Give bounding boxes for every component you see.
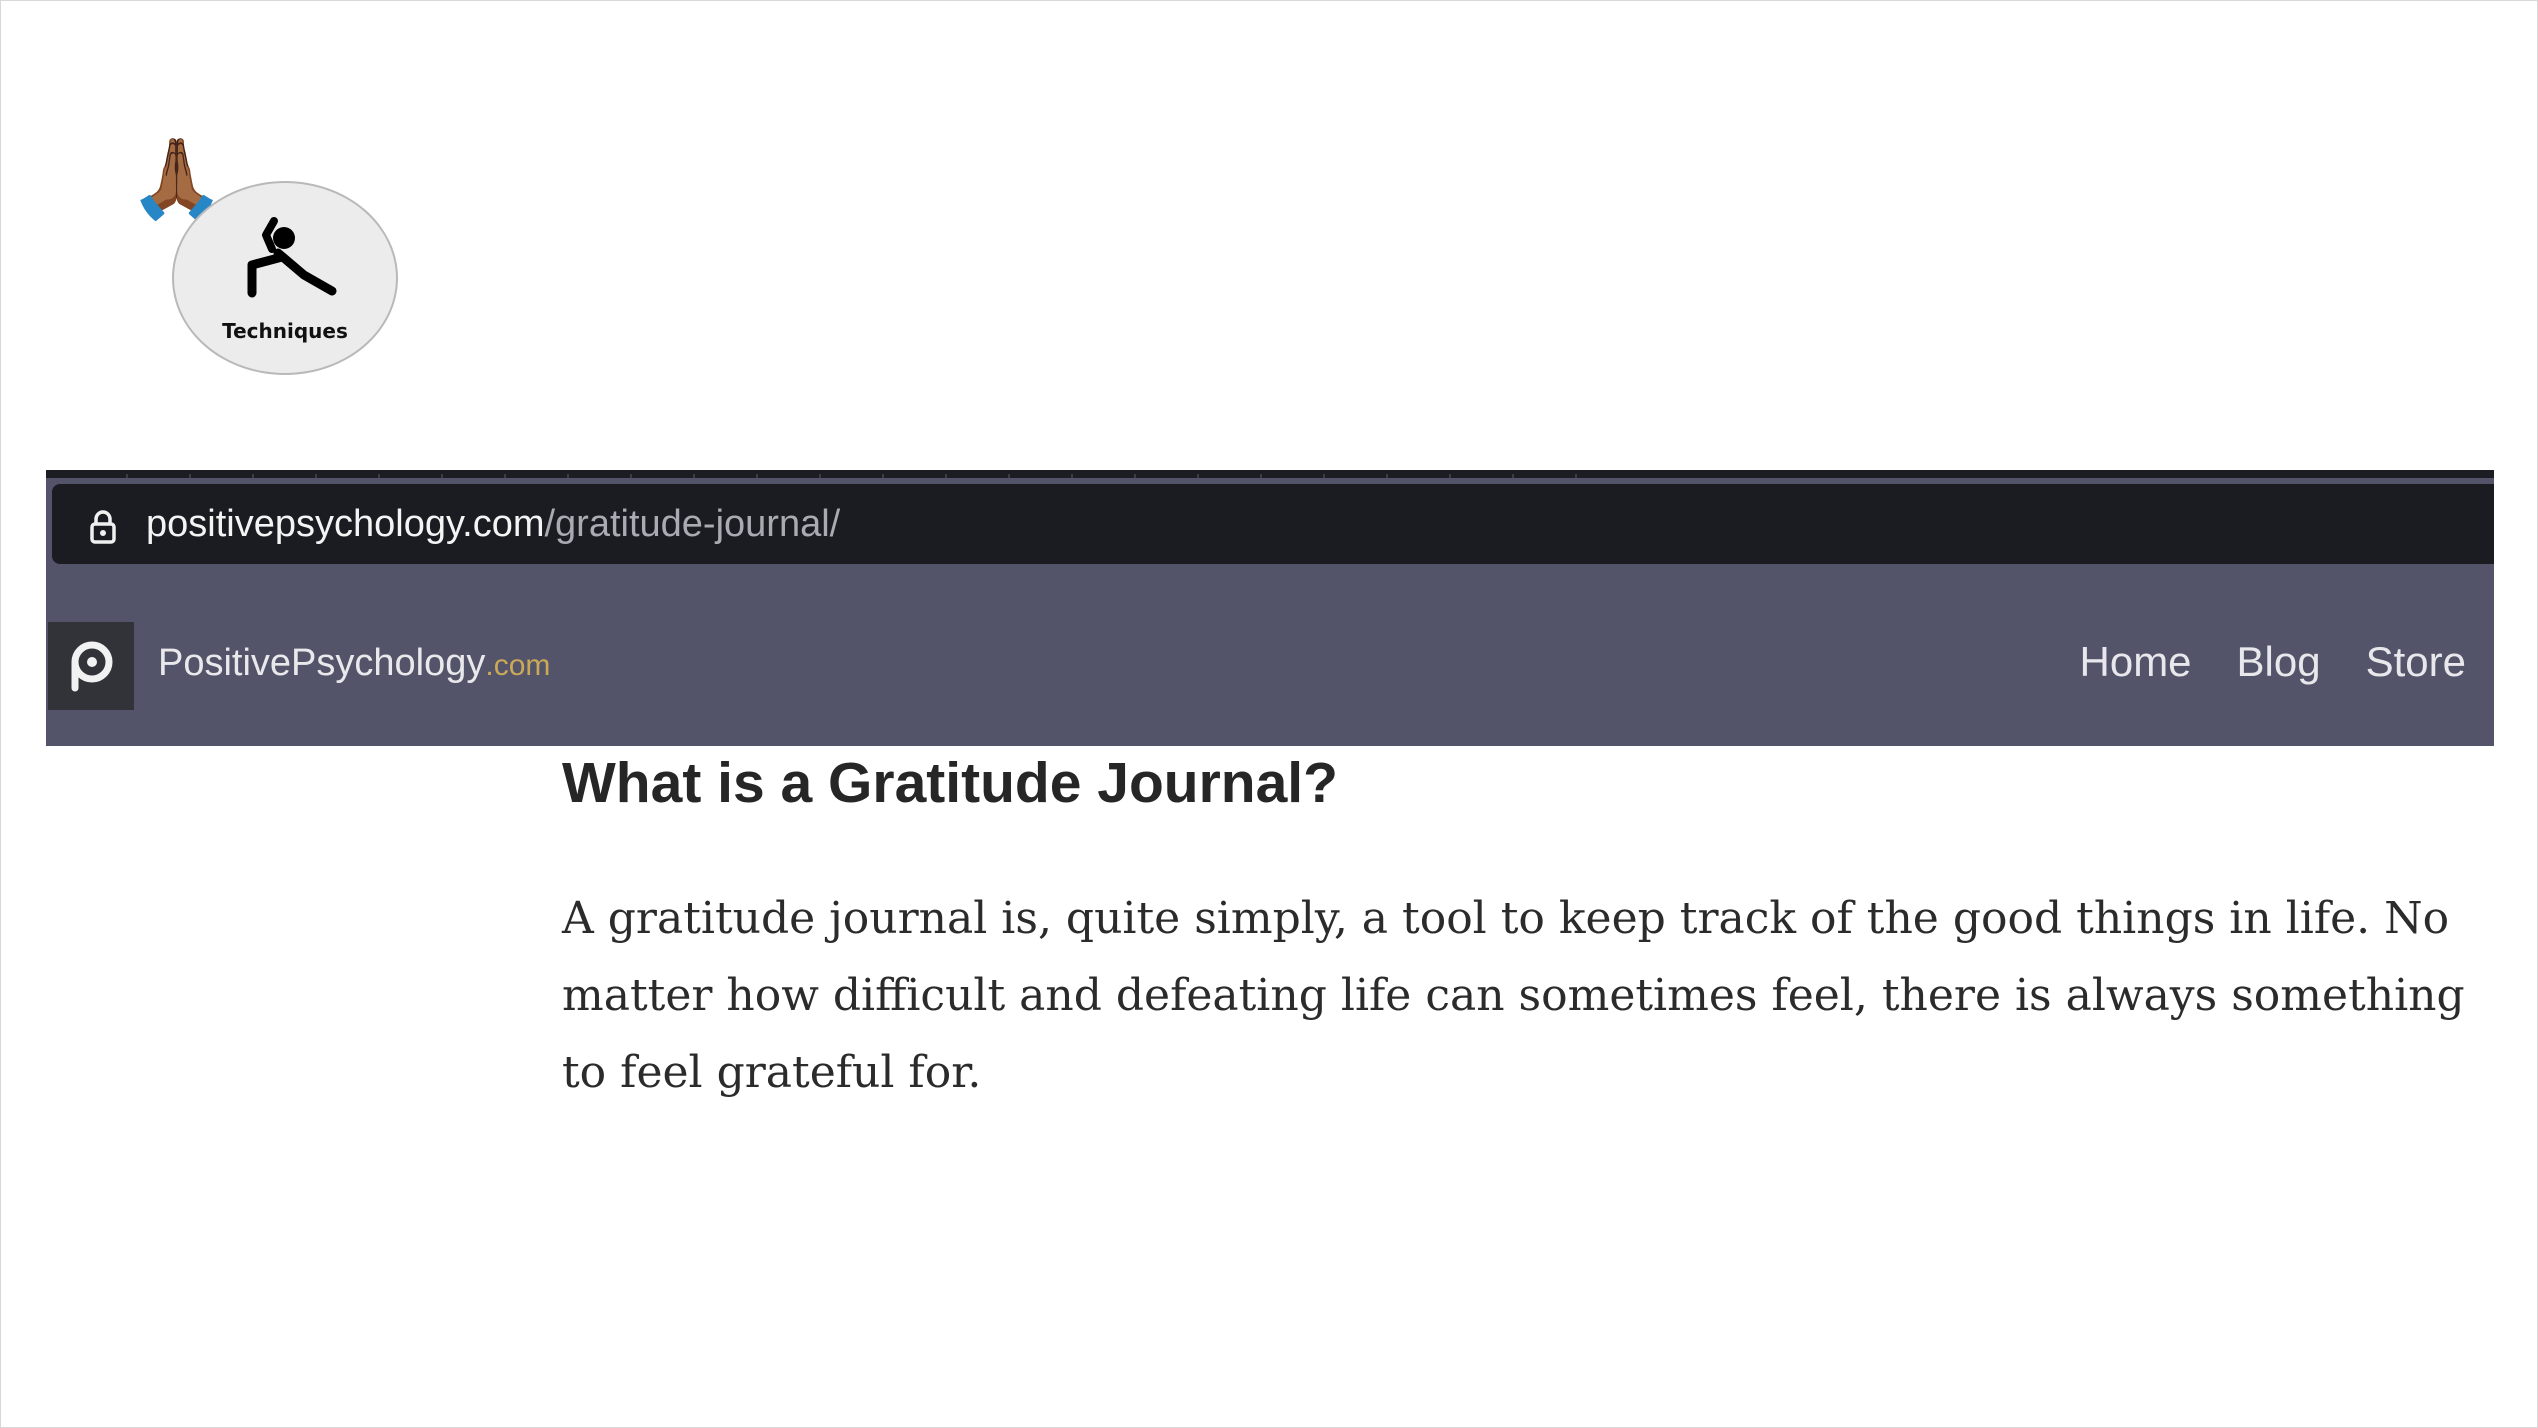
url-text[interactable]: positivepsychology.com/gratitude-journal…	[146, 502, 840, 546]
p-logo-icon	[71, 641, 113, 692]
nav-blog-link[interactable]: Blog	[2237, 638, 2321, 686]
website-screenshot: positivepsychology.com/gratitude-journal…	[46, 470, 2494, 746]
browser-tab-strip	[46, 470, 2494, 478]
article-title: What is a Gratitude Journal?	[562, 751, 1338, 815]
nav-home-link[interactable]: Home	[2080, 638, 2192, 686]
site-logo[interactable]	[48, 622, 134, 710]
site-name-tld: .com	[485, 649, 551, 682]
address-bar[interactable]: positivepsychology.com/gratitude-journal…	[52, 484, 2494, 564]
lock-icon	[90, 510, 116, 544]
nav-store-link[interactable]: Store	[2366, 638, 2466, 686]
url-domain: positivepsychology.com	[146, 503, 545, 545]
article-body: A gratitude journal is, quite simply, a …	[562, 893, 2465, 1098]
site-name[interactable]: PositivePsychology.com	[158, 638, 550, 688]
techniques-badge[interactable]: Techniques	[172, 181, 398, 375]
site-nav: Home Blog Store	[2080, 632, 2467, 692]
site-name-text: PositivePsychology	[158, 642, 486, 684]
badge-label: Techniques	[222, 319, 348, 343]
url-path: /gratitude-journal/	[544, 503, 841, 545]
stretching-person-icon	[247, 217, 337, 298]
